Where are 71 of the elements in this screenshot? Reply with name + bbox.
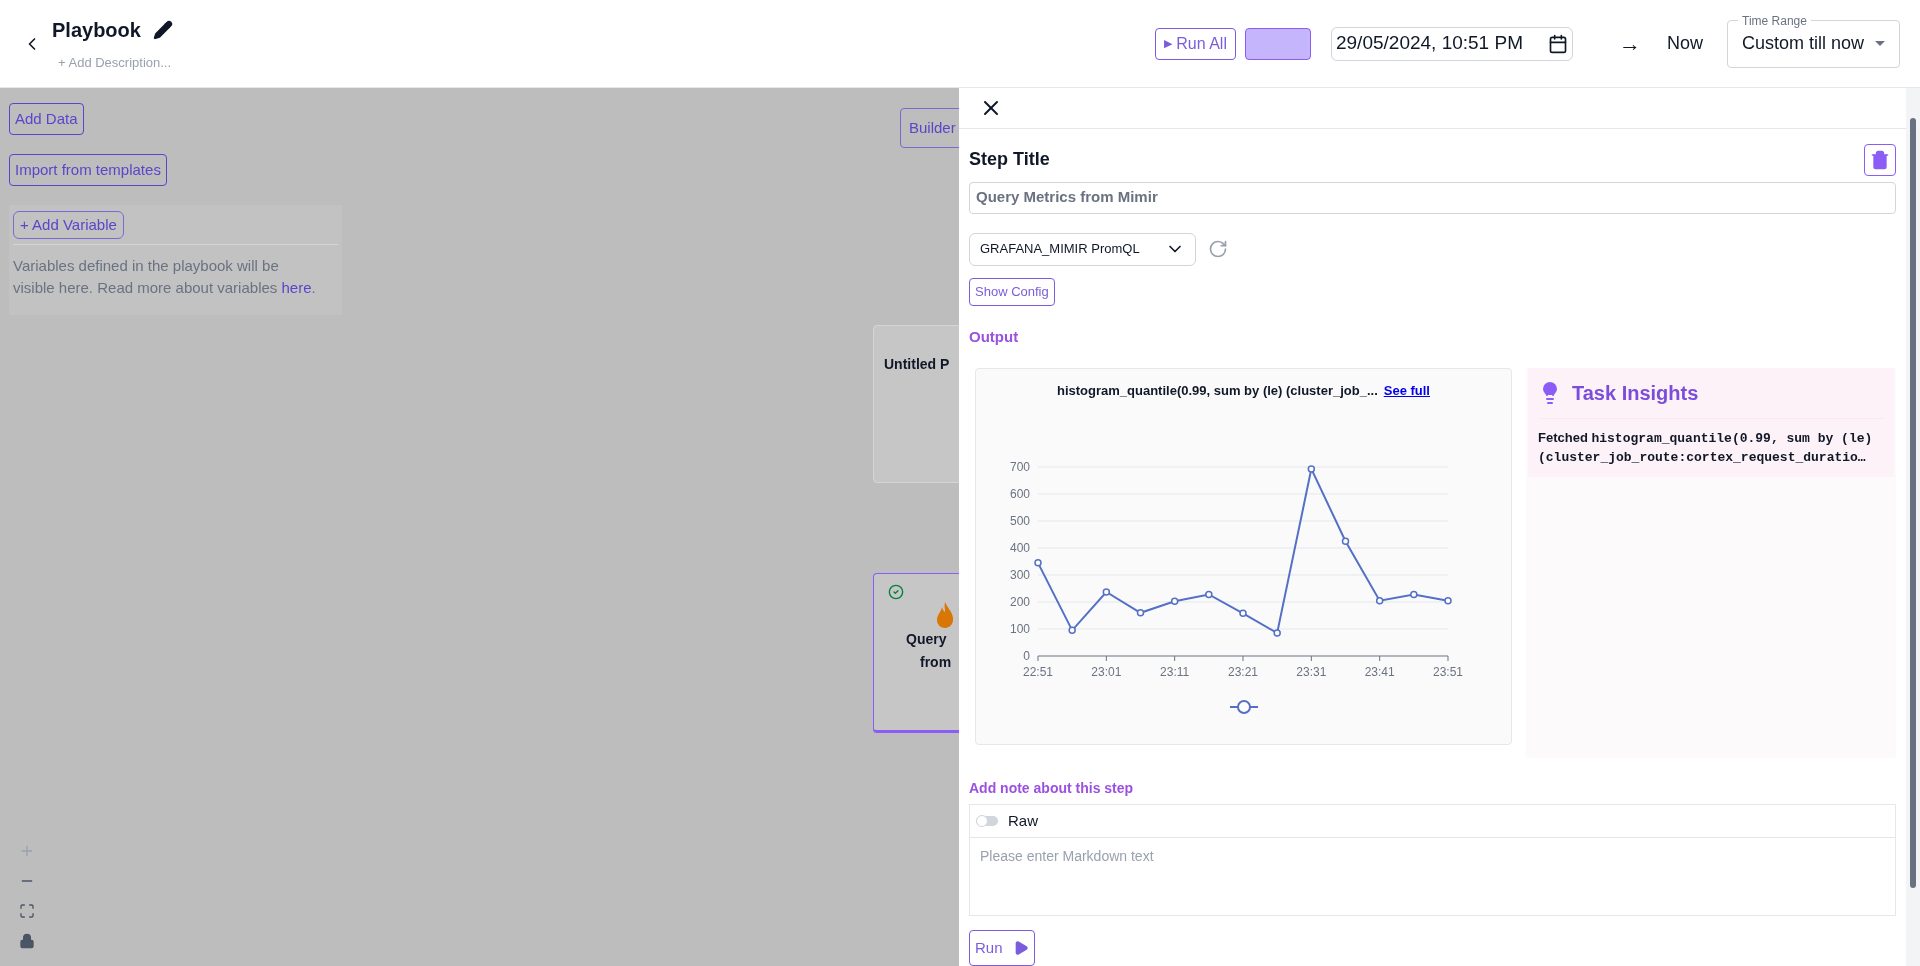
- trash-icon: [1870, 149, 1890, 170]
- step-title-field[interactable]: Query Metrics from Mimir: [969, 181, 1896, 214]
- data-point: [1410, 590, 1418, 598]
- node-title: Query: [906, 630, 947, 649]
- data-point: [1034, 558, 1042, 567]
- x-tick-label: 22:51: [1023, 664, 1053, 679]
- refresh-icon[interactable]: [1208, 239, 1228, 259]
- note-field[interactable]: Please enter Markdown text: [969, 838, 1896, 916]
- output-label: Output: [969, 326, 1020, 347]
- node-title: from: [920, 653, 952, 672]
- data-point: [1102, 587, 1111, 596]
- y-tick-label: 300: [1009, 567, 1030, 582]
- data-point: [1341, 537, 1350, 545]
- y-tick-label: 700: [1009, 459, 1030, 474]
- data-point: [1205, 590, 1213, 598]
- x-tick-label: 23:01: [1091, 664, 1122, 679]
- edit-icon[interactable]: [152, 19, 173, 40]
- raw-toggle[interactable]: [976, 816, 998, 826]
- node-title: Untitled P: [884, 356, 950, 372]
- insights-text: Fetched histogram_quantile(0.99, sum by (le) (cluster_job_route:cortex_request_duratio…: [1538, 429, 1874, 467]
- y-tick-label: 200: [1009, 594, 1030, 609]
- description-field[interactable]: + Add Description...: [58, 52, 173, 73]
- x-tick-label: 23:31: [1296, 664, 1327, 679]
- data-point: [1170, 596, 1179, 605]
- step-node[interactable]: Query from: [873, 573, 959, 733]
- end-time-label: Now: [1667, 32, 1703, 55]
- data-point: [1239, 609, 1247, 617]
- action-button[interactable]: [1245, 27, 1311, 60]
- x-tick-label: 23:41: [1364, 664, 1395, 679]
- y-tick-label: 500: [1009, 513, 1030, 528]
- show-config-button[interactable]: Show Config: [969, 277, 1055, 306]
- scrollbar-thumb[interactable]: [1910, 118, 1916, 888]
- data-point: [1136, 608, 1145, 617]
- playbook-title: Playbook: [52, 17, 141, 43]
- step-title-label: Step Title: [969, 148, 1050, 171]
- see-full-link[interactable]: See full: [1383, 381, 1430, 401]
- chart-title: histogram_quantile(0.99, sum by (le) (cluster_job_...: [1057, 382, 1378, 400]
- run-button[interactable]: Run: [969, 930, 1035, 966]
- builder-button[interactable]: Builder: [900, 108, 959, 148]
- data-point: [1444, 596, 1452, 604]
- success-icon: [888, 584, 904, 600]
- y-tick-label: 0: [1023, 648, 1030, 663]
- lock-icon[interactable]: [19, 933, 35, 949]
- raw-label: Raw: [1008, 810, 1038, 831]
- start-time-field[interactable]: 29/05/2024, 10:51 PM: [1331, 26, 1573, 61]
- x-tick-label: 23:11: [1160, 664, 1190, 679]
- x-tick-label: 23:21: [1228, 664, 1258, 679]
- run-all-button[interactable]: ▶ Run All: [1155, 27, 1236, 60]
- add-data-button[interactable]: Add Data: [9, 103, 84, 135]
- y-tick-label: 600: [1009, 486, 1030, 501]
- flame-icon: [936, 602, 954, 628]
- data-point: [1068, 626, 1076, 634]
- note-label: Add note about this step: [969, 779, 1135, 798]
- add-variable-button[interactable]: + Add Variable: [13, 211, 124, 239]
- y-tick-label: 400: [1009, 540, 1030, 555]
- delete-button[interactable]: [1864, 143, 1896, 176]
- variables-link[interactable]: here: [281, 279, 312, 296]
- insights-title: Task Insights: [1572, 381, 1699, 406]
- data-point: [1307, 464, 1316, 473]
- legend-icon: [1229, 698, 1258, 715]
- data-point: [1375, 596, 1384, 604]
- step-node[interactable]: Untitled P: [873, 325, 959, 483]
- x-tick-label: 23:51: [1433, 664, 1463, 679]
- variables-note: Variables defined in the playbook will be visible here. Read more about variables here.: [13, 256, 317, 298]
- arrow-icon: →: [1619, 27, 1641, 60]
- data-point: [1273, 628, 1281, 637]
- calendar-icon[interactable]: [1548, 33, 1568, 54]
- source-select[interactable]: GRAFANA_MIMIR PromQL: [969, 232, 1196, 266]
- import-templates-button[interactable]: Import from templates: [9, 154, 167, 186]
- fit-view-icon[interactable]: [19, 903, 35, 919]
- y-tick-label: 100: [1009, 621, 1030, 636]
